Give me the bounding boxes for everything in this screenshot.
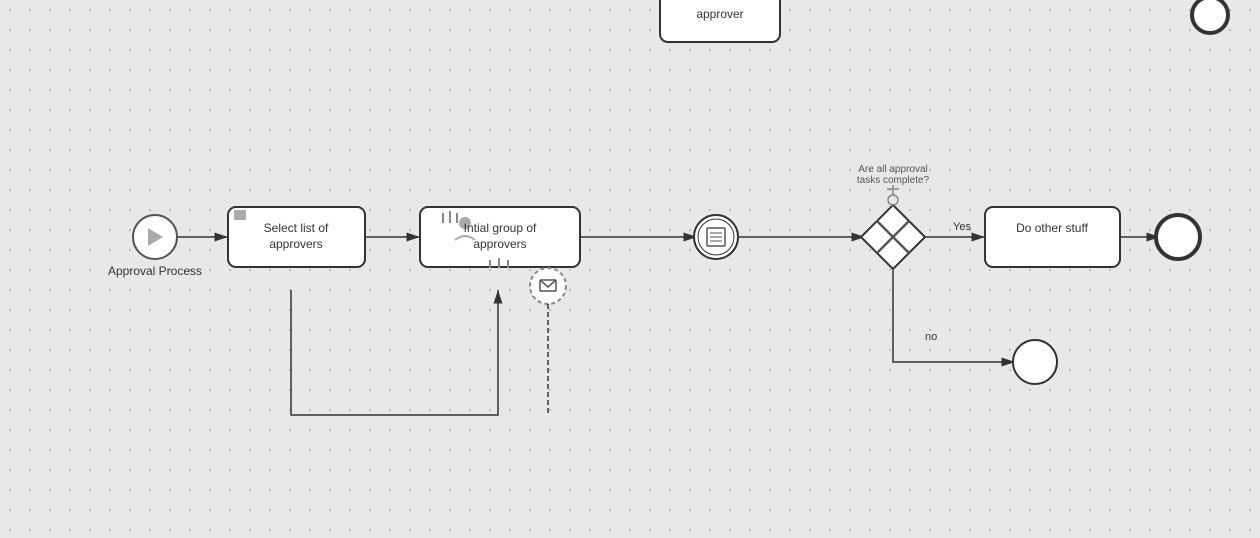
end-event-no [1013, 340, 1057, 384]
task-initial-label-2: approvers [473, 237, 526, 251]
end-event-yes [1156, 215, 1200, 259]
no-label: no [925, 331, 937, 343]
task-other-label-1: Do other stuff [1016, 221, 1088, 235]
task-select-label-1: Select list of [264, 221, 329, 235]
task-initial-label-1: Intial group of [464, 221, 537, 235]
task-do-other[interactable] [985, 207, 1120, 267]
flow-loop-back [291, 290, 498, 415]
task-select-icon [234, 210, 246, 220]
gateway-label-2: tasks complete? [857, 175, 930, 186]
bpmn-diagram: approver Yes no [0, 0, 1260, 538]
task-select-label-2: approvers [269, 237, 322, 251]
start-event-label: Approval Process [108, 264, 202, 278]
gateway-icon [888, 195, 898, 205]
boundary-event[interactable] [530, 268, 566, 304]
flow-gateway-no [893, 255, 1015, 362]
task-approver-label: approver [696, 7, 743, 21]
end-event-top [1192, 0, 1228, 33]
yes-label: Yes [953, 221, 971, 233]
gateway-label-1: Are all approval [858, 164, 927, 175]
